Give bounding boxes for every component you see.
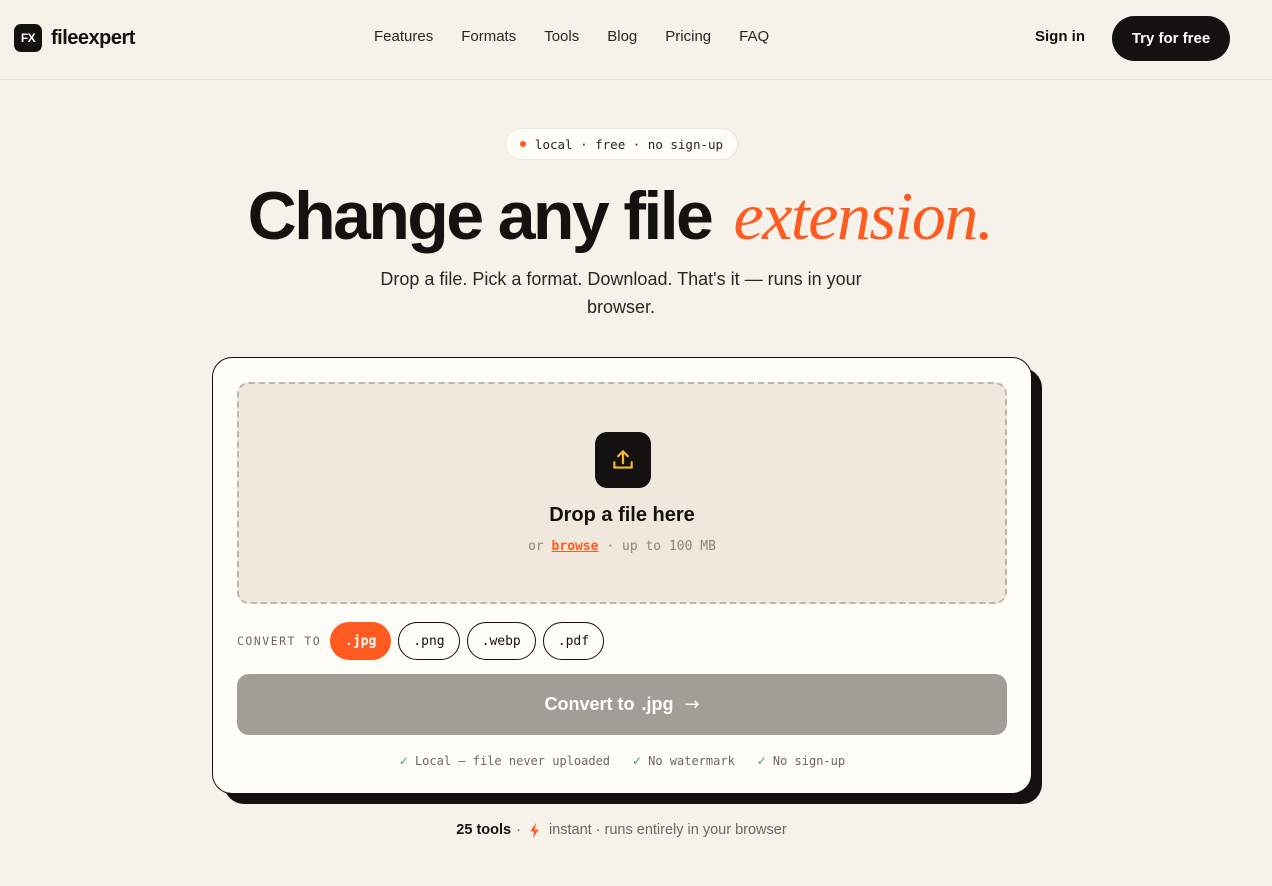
format-chip-jpg[interactable]: .jpg [330, 622, 392, 660]
tools-summary: 25 tools · instant · runs entirely in yo… [0, 822, 1243, 838]
tools-count: 25 tools [456, 822, 512, 838]
check-item: ✓ No watermark [632, 754, 735, 768]
arrow-right-icon: → [684, 694, 700, 715]
hero-title: Change any file extension. [0, 176, 1240, 256]
try-for-free-button[interactable]: Try for free [1112, 16, 1230, 61]
nav-blog[interactable]: Blog [607, 28, 637, 45]
dropzone-title: Drop a file here [549, 504, 695, 526]
dropzone-or: or [528, 539, 544, 554]
lightning-icon [529, 822, 541, 838]
nav-faq[interactable]: FAQ [739, 28, 769, 45]
check-icon: ✓ [632, 754, 643, 768]
converter-card: Drop a file here or browse · up to 100 M… [212, 357, 1032, 794]
nav-pricing[interactable]: Pricing [665, 28, 711, 45]
logo-link[interactable]: FX fileexpert [14, 24, 135, 52]
hero-title-accent: extension. [733, 178, 994, 254]
nav-features[interactable]: Features [374, 28, 433, 45]
dropzone-limit: · up to 100 MB [606, 539, 716, 554]
format-selector: CONVERT TO .jpg .png .webp .pdf [237, 622, 611, 660]
main-nav: Features Formats Tools Blog Pricing FAQ [374, 28, 769, 45]
check-signup: No sign-up [772, 754, 846, 768]
status-dot-icon [519, 141, 526, 147]
site-header: FX fileexpert Features Formats Tools Blo… [0, 0, 1272, 80]
hero-subtitle: Drop a file. Pick a format. Download. Th… [380, 269, 862, 317]
format-chip-webp[interactable]: .webp [466, 622, 536, 660]
convert-button[interactable]: Convert to .jpg → [237, 674, 1007, 735]
convert-button-label: Convert to [544, 694, 635, 714]
dropzone-subtitle: or browse · up to 100 MB [239, 539, 1005, 554]
check-local: Local — file never uploaded [414, 754, 611, 768]
format-chip-pdf[interactable]: .pdf [542, 622, 605, 660]
check-item: ✓ Local — file never uploaded [399, 754, 610, 768]
hero-title-main: Change any file [247, 178, 714, 254]
feature-pill-text: local · free · no sign-up [534, 136, 724, 152]
check-item: ✓ No sign-up [757, 754, 845, 768]
sign-in-link[interactable]: Sign in [1035, 28, 1085, 45]
check-icon: ✓ [398, 754, 409, 768]
brand-name: fileexpert [51, 26, 135, 49]
format-chip-png[interactable]: .png [398, 622, 460, 660]
convert-to-label: CONVERT TO [237, 634, 322, 648]
nav-tools[interactable]: Tools [544, 28, 579, 45]
logo-mark: FX [14, 24, 42, 52]
upload-icon [595, 432, 651, 488]
check-watermark: No watermark [648, 754, 735, 768]
file-dropzone[interactable]: Drop a file here or browse · up to 100 M… [237, 382, 1007, 604]
convert-button-format: .jpg [641, 694, 674, 714]
check-icon: ✓ [756, 754, 767, 768]
tools-summary-text: instant · runs entirely in your browser [548, 822, 787, 838]
summary-separator: · [516, 822, 521, 838]
nav-formats[interactable]: Formats [461, 28, 516, 45]
browse-link[interactable]: browse [552, 539, 599, 554]
feature-pill: local · free · no sign-up [505, 128, 738, 160]
trust-checks: ✓ Local — file never uploaded ✓ No water… [213, 754, 1031, 768]
